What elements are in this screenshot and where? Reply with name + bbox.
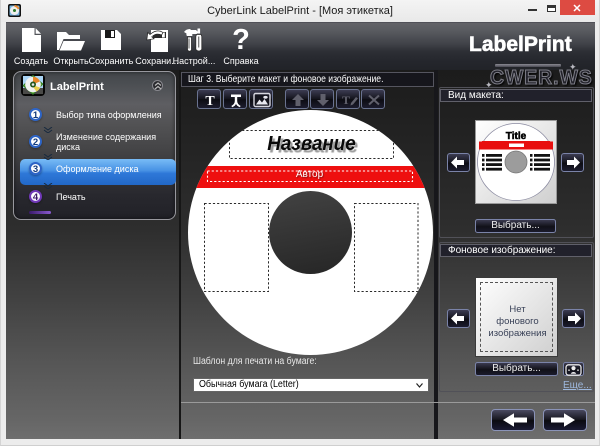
svg-text:T: T [342,93,350,107]
svg-text:Title: Title [506,131,527,142]
svg-text:T: T [205,94,215,109]
